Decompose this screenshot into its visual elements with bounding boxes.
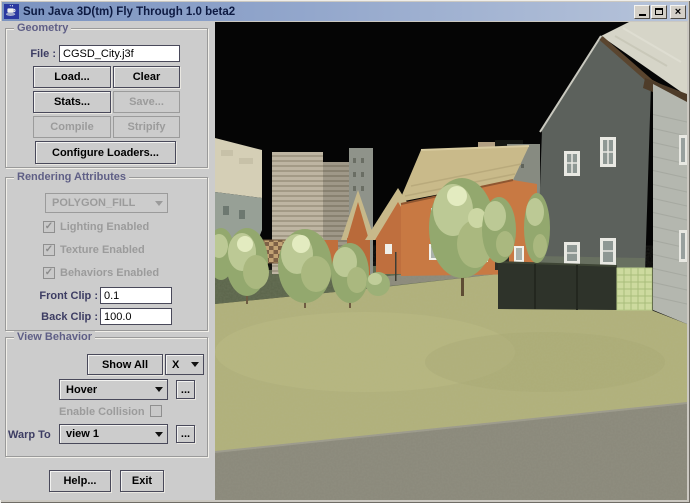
- show-all-button[interactable]: Show All: [87, 354, 163, 375]
- warp-to-value: view 1: [60, 428, 150, 440]
- window-controls: ×: [633, 5, 686, 19]
- warp-to-more-button[interactable]: ...: [176, 425, 195, 443]
- chevron-down-icon: [186, 362, 203, 367]
- minimize-icon: [639, 14, 646, 16]
- back-clip-label: Back Clip :: [10, 311, 98, 323]
- enable-collision-label: Enable Collision: [59, 406, 145, 418]
- lighting-label: Lighting Enabled: [60, 221, 149, 233]
- control-panel: Geometry File : Load... Clear Stats... S…: [0, 21, 215, 500]
- stats-button[interactable]: Stats...: [33, 91, 111, 113]
- geometry-group-title: Geometry: [14, 22, 71, 35]
- exit-button[interactable]: Exit: [120, 470, 164, 492]
- behavior-combo[interactable]: Hover: [59, 379, 168, 400]
- chevron-down-icon: [150, 432, 167, 437]
- close-button[interactable]: ×: [670, 5, 686, 19]
- warp-to-combo[interactable]: view 1: [59, 424, 168, 444]
- file-label: File :: [8, 48, 56, 60]
- front-clip-input[interactable]: [100, 287, 172, 304]
- file-input[interactable]: [59, 45, 180, 62]
- java-app-icon: [4, 4, 19, 19]
- scene-viewport[interactable]: [215, 22, 687, 500]
- close-icon: ×: [675, 7, 681, 17]
- rendering-group-title: Rendering Attributes: [14, 171, 129, 184]
- scene-3d-city[interactable]: [215, 22, 687, 500]
- front-clip-label: Front Clip :: [10, 290, 98, 302]
- configure-loaders-button[interactable]: Configure Loaders...: [35, 141, 176, 164]
- help-button[interactable]: Help...: [49, 470, 111, 492]
- stripify-button: Stripify: [113, 116, 180, 138]
- lighting-checkbox: ✓: [43, 221, 55, 233]
- load-button[interactable]: Load...: [33, 66, 111, 88]
- axis-value: X: [166, 359, 186, 371]
- chevron-down-icon: [150, 201, 167, 206]
- maximize-icon: [655, 8, 663, 15]
- polygon-mode-value: POLYGON_FILL: [46, 197, 150, 209]
- maximize-button[interactable]: [651, 5, 667, 19]
- clear-button[interactable]: Clear: [113, 66, 180, 88]
- polygon-mode-combo: POLYGON_FILL: [45, 193, 168, 213]
- behavior-more-button[interactable]: ...: [176, 380, 195, 399]
- app-window: Sun Java 3D(tm) Fly Through 1.0 beta2 × …: [0, 0, 690, 503]
- enable-collision-checkbox: [150, 405, 162, 417]
- behaviors-checkbox: ✓: [43, 267, 55, 279]
- texture-checkbox: ✓: [43, 244, 55, 256]
- behaviors-label: Behaviors Enabled: [60, 267, 159, 279]
- compile-button: Compile: [33, 116, 111, 138]
- axis-combo[interactable]: X: [165, 354, 204, 375]
- back-clip-input[interactable]: [100, 308, 172, 325]
- view-behavior-group-title: View Behavior: [14, 331, 95, 344]
- texture-label: Texture Enabled: [60, 244, 145, 256]
- warp-to-label: Warp To: [8, 429, 51, 441]
- behavior-value: Hover: [60, 384, 150, 396]
- save-button: Save...: [113, 91, 180, 113]
- minimize-button[interactable]: [634, 5, 650, 19]
- title-bar[interactable]: Sun Java 3D(tm) Fly Through 1.0 beta2 ×: [2, 2, 688, 21]
- chevron-down-icon: [150, 387, 167, 392]
- window-title: Sun Java 3D(tm) Fly Through 1.0 beta2: [23, 6, 633, 18]
